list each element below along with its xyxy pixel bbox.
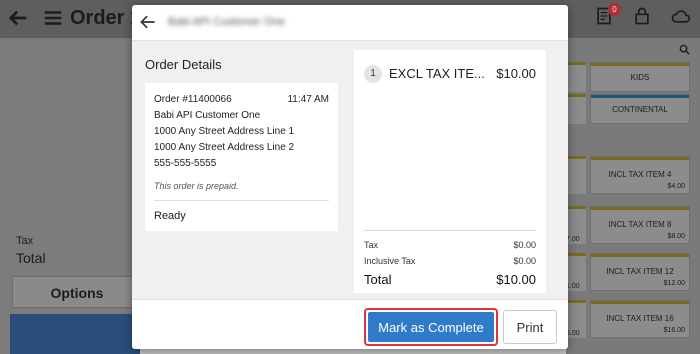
mark-as-complete-button[interactable]: Mark as Complete [368,312,494,342]
menu-item-label: INCL TAX ITEM 4 [608,170,672,179]
menu-item-label: INCL TAX ITEM 16 [606,314,674,323]
menu-item-price: $4.00 [667,183,685,190]
order-number: Order #11400066 [154,94,232,105]
order-status: Ready [154,210,186,222]
dialog-header: Babi API Customer One [132,5,568,41]
menu-tile-stub[interactable] [566,62,586,92]
notification-badge: 0 [608,3,621,16]
inclusive-tax-label: Inclusive Tax [364,256,416,266]
item-quantity: 1 [364,65,382,83]
customer-name: Babi API Customer One [154,110,261,121]
menu-tile-stub[interactable] [566,156,586,194]
order-info-card: Order #11400066 11:47 AM Babi API Custom… [145,83,338,231]
search-icon[interactable] [679,44,690,58]
total-value: $10.00 [496,272,536,287]
category-tile-kids[interactable]: KIDS [590,62,690,92]
order-details-title: Order Details [145,57,222,72]
back-arrow-icon[interactable] [8,7,30,35]
order-title: Order 1 [70,7,142,29]
order-time: 11:47 AM [287,94,329,105]
order-details-panel: Order Details Order #11400066 11:47 AM B… [132,41,350,299]
menu-item-tile[interactable]: INCL TAX ITEM 4 $4.00 [590,156,690,194]
inclusive-tax-row: Inclusive Tax $0.00 [364,256,536,266]
phone-number: 555-555-5555 [154,158,217,169]
tax-label: Tax [16,235,34,247]
receipt-icon[interactable]: 0 [594,3,621,28]
menu-item-price: $8.00 [667,233,685,240]
total-label: Total [16,250,46,266]
line-item: 1 EXCL TAX ITE... $10.00 [364,64,536,84]
address-line-1: 1000 Any Street Address Line 1 [154,126,295,137]
category-tile-continental[interactable]: CONTINENTAL [590,94,690,124]
order-details-dialog: Babi API Customer One Order Details Orde… [132,5,568,349]
menu-item-price: 7.00 [566,236,580,243]
menu-item-label: INCL TAX ITEM 12 [606,267,674,276]
menu-item-tile[interactable]: INCL TAX ITEM 16 $16.00 [590,300,690,338]
divider [154,200,329,201]
tax-value: $0.00 [513,240,536,250]
inclusive-tax-value: $0.00 [513,256,536,266]
menu-item-price: $16.00 [663,327,685,334]
lock-icon[interactable] [632,6,654,28]
order-items-panel: 1 EXCL TAX ITE... $10.00 Tax $0.00 Inclu… [354,50,546,293]
hamburger-menu-icon[interactable] [42,7,64,35]
item-name: EXCL TAX ITE... [389,66,485,81]
menu-item-price: 1.00 [566,283,580,290]
menu-tile-stub[interactable] [566,94,586,124]
item-price: $10.00 [496,66,536,81]
back-arrow-icon[interactable] [138,12,158,32]
pay-button[interactable] [10,314,140,354]
customer-name-header: Babi API Customer One [168,16,285,28]
highlight-outline: Mark as Complete [364,308,498,346]
divider [364,230,536,231]
tax-label: Tax [364,240,379,250]
options-button[interactable]: Options [12,276,142,308]
print-button[interactable]: Print [503,310,557,344]
category-label: CONTINENTAL [612,105,668,114]
dialog-footer: Mark as Complete Print [132,299,568,349]
tax-row: Tax $0.00 [364,240,536,250]
prepaid-note: This order is prepaid. [154,181,239,191]
cloud-icon[interactable] [670,6,692,28]
menu-item-price: 5.00 [566,330,580,337]
address-line-2: 1000 Any Street Address Line 2 [154,142,295,153]
total-row: Total $10.00 [364,272,536,287]
total-label: Total [364,272,392,287]
menu-item-tile[interactable]: INCL TAX ITEM 12 $12.00 [590,253,690,291]
menu-item-price: $12.00 [663,280,685,287]
category-label: KIDS [630,73,650,82]
menu-item-tile[interactable]: INCL TAX ITEM 8 $8.00 [590,206,690,244]
menu-item-label: INCL TAX ITEM 8 [608,220,672,229]
